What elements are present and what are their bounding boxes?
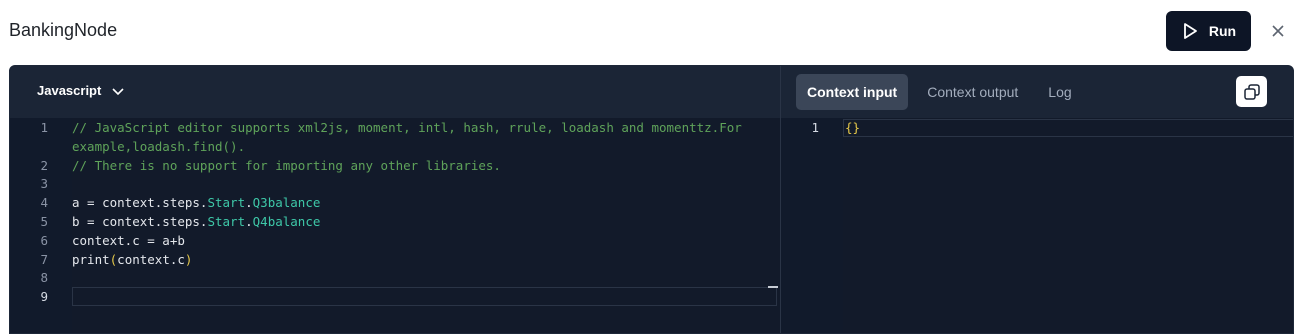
close-icon[interactable] <box>1268 21 1288 41</box>
line-number: 3 <box>40 176 48 192</box>
tab-context-output[interactable]: Context output <box>916 74 1029 110</box>
code-token: // JavaScript editor supports xml2js, mo… <box>72 120 742 135</box>
code-line: example,loadash.find(). <box>72 139 245 154</box>
code-panel: Javascript Context input Context output Lo… <box>9 65 1294 334</box>
code-token: b = context.steps. <box>72 214 208 229</box>
scrollbar-marker <box>768 286 778 288</box>
active-line-highlight <box>72 287 777 306</box>
context-tabs: Context input Context output Log <box>796 74 1091 110</box>
copy-button[interactable] <box>1236 76 1267 107</box>
code-token: Q3balance <box>252 195 321 211</box>
context-active-line-highlight <box>843 119 1293 137</box>
tab-log[interactable]: Log <box>1037 74 1082 110</box>
line-number-gutter: 1 2 3 4 5 6 7 8 9 <box>10 118 72 333</box>
line-number: 2 <box>40 157 48 173</box>
line-number: 5 <box>40 214 48 229</box>
code-token: print <box>72 251 110 267</box>
code-token: // There is no support for importing any… <box>72 157 501 173</box>
line-number: 7 <box>40 251 48 267</box>
context-line-number: 1 <box>811 120 819 135</box>
header: BankingNode Run <box>0 0 1295 64</box>
language-label: Javascript <box>37 83 102 98</box>
copy-icon <box>1243 83 1260 100</box>
code-line: a = context.steps.Start.Q3balance <box>72 195 320 210</box>
code-line: b = context.steps.Start.Q4balance <box>72 214 320 229</box>
code-token: Start <box>207 195 246 211</box>
run-button[interactable]: Run <box>1166 11 1251 51</box>
line-number: 1 <box>40 120 48 135</box>
code-token: a = context.steps. <box>72 195 208 211</box>
code-token: context.c <box>117 251 185 267</box>
line-number: 9 <box>40 289 48 305</box>
line-number: 6 <box>40 232 48 248</box>
line-number: 4 <box>40 195 48 211</box>
context-text-area[interactable]: {} <box>843 118 1293 333</box>
code-token: ) <box>184 251 193 267</box>
tab-context-input[interactable]: Context input <box>796 74 909 110</box>
code-token: Start <box>207 214 246 229</box>
code-token: context.c = a+b <box>72 232 185 248</box>
code-token: . <box>245 214 253 229</box>
run-button-label: Run <box>1208 23 1237 39</box>
page-title: BankingNode <box>9 20 118 40</box>
code-line: print(context.c) <box>72 252 192 267</box>
code-editor[interactable]: 1 2 3 4 5 6 7 8 9 // JavaScript editor supports … <box>10 118 780 333</box>
line-number: 8 <box>40 270 48 286</box>
context-line-number-gutter: 1 <box>781 118 843 333</box>
language-select[interactable]: Javascript <box>37 83 125 98</box>
code-line: // JavaScript editor supports xml2js, mo… <box>72 120 742 135</box>
context-editor[interactable]: 1 {} <box>781 118 1293 333</box>
code-token: . <box>245 195 253 211</box>
code-token: Q4balance <box>252 214 321 229</box>
chevron-down-icon <box>112 87 124 95</box>
play-icon <box>1183 23 1197 39</box>
code-line: context.c = a+b <box>72 233 185 248</box>
code-line: // There is no support for importing any… <box>72 158 501 173</box>
code-token: example,loadash.find(). <box>72 138 246 154</box>
panel-toolbar: Javascript Context input Context output Lo… <box>10 66 1293 118</box>
